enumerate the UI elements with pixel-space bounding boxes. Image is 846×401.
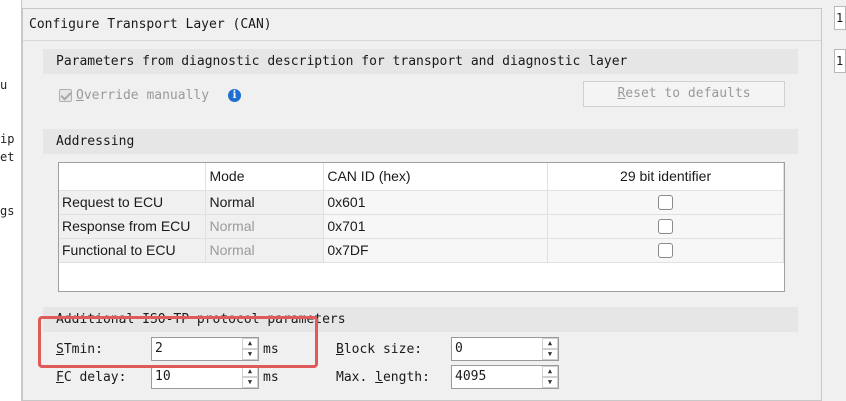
left-window-text: gs <box>0 204 15 218</box>
override-manually-label: Override manually <box>76 88 210 103</box>
right-window-field[interactable]: 1 <box>834 6 846 30</box>
spin-down-icon[interactable]: ▼ <box>542 377 558 388</box>
addressing-table: Mode CAN ID (hex) 29 bit identifier Requ… <box>58 162 785 292</box>
29bit-checkbox[interactable] <box>658 195 674 211</box>
max-length-spinbox[interactable]: 4095 ▲ ▼ <box>451 365 559 389</box>
stmin-unit: ms <box>263 342 279 357</box>
block-size-spinbox[interactable]: 0 ▲ ▼ <box>451 337 559 361</box>
spin-up-icon[interactable]: ▲ <box>542 338 558 349</box>
spin-up-icon[interactable]: ▲ <box>242 338 258 349</box>
row-can-id[interactable]: 0x701 <box>323 214 549 239</box>
table-header-row: Mode CAN ID (hex) 29 bit identifier <box>59 163 784 191</box>
stmin-spinbox[interactable]: 2 ▲ ▼ <box>151 337 259 361</box>
row-can-id[interactable]: 0x7DF <box>323 238 549 263</box>
spin-down-icon[interactable]: ▼ <box>242 377 258 388</box>
max-length-label: Max. length: <box>336 370 430 385</box>
29bit-checkbox[interactable] <box>658 243 674 259</box>
block-size-label: Block size: <box>336 342 423 357</box>
fc-delay-label: FC delay: <box>56 370 127 385</box>
row-mode: Normal <box>205 214 325 239</box>
row-29bit-cell <box>547 190 784 215</box>
spin-down-icon[interactable]: ▼ <box>542 349 558 360</box>
row-name: Functional to ECU <box>59 238 207 263</box>
left-window-text: ip <box>0 132 15 146</box>
table-row: Request to ECU Normal 0x601 <box>59 190 784 215</box>
fc-delay-value: 10 <box>155 369 171 384</box>
column-header-mode: Mode <box>205 163 325 191</box>
row-can-id[interactable]: 0x601 <box>323 190 549 215</box>
left-background-window: u ip et gs <box>0 0 22 401</box>
fc-delay-unit: ms <box>263 370 279 385</box>
row-name: Request to ECU <box>59 190 207 215</box>
max-length-value: 4095 <box>455 369 487 384</box>
title-divider <box>23 40 821 41</box>
left-window-text: et <box>0 150 15 164</box>
stmin-label: STmin: <box>56 342 103 357</box>
row-name: Response from ECU <box>59 214 207 239</box>
info-icon[interactable]: i <box>228 89 241 102</box>
column-header <box>59 163 207 191</box>
fc-delay-spinbox[interactable]: 10 ▲ ▼ <box>151 365 259 389</box>
spin-up-icon[interactable]: ▲ <box>542 366 558 377</box>
row-29bit-cell <box>547 214 784 239</box>
table-row: Functional to ECU Normal 0x7DF <box>59 238 784 263</box>
row-mode: Normal <box>205 238 325 263</box>
column-header-can-id: CAN ID (hex) <box>323 163 549 191</box>
spin-down-icon[interactable]: ▼ <box>242 349 258 360</box>
right-background-window: 1 1 <box>828 0 846 401</box>
right-window-field[interactable]: 1 <box>834 49 846 73</box>
dialog-title: Configure Transport Layer (CAN) <box>29 17 272 32</box>
spin-up-icon[interactable]: ▲ <box>242 366 258 377</box>
left-window-text: u <box>0 78 8 92</box>
row-29bit-cell <box>547 238 784 263</box>
configure-transport-dialog: Configure Transport Layer (CAN) Paramete… <box>22 8 822 401</box>
stmin-value: 2 <box>155 341 163 356</box>
isotp-section-header: Additional ISO-TP protocol parameters <box>43 307 798 332</box>
reset-to-defaults-button[interactable]: Reset to defaults <box>583 81 785 107</box>
params-section-header: Parameters from diagnostic description f… <box>43 49 798 74</box>
override-manually-checkbox[interactable] <box>59 89 72 102</box>
29bit-checkbox[interactable] <box>658 219 674 235</box>
addressing-section-header: Addressing <box>43 129 798 154</box>
row-mode[interactable]: Normal <box>205 190 325 215</box>
column-header-29bit: 29 bit identifier <box>547 163 784 191</box>
block-size-value: 0 <box>455 341 463 356</box>
table-row: Response from ECU Normal 0x701 <box>59 214 784 239</box>
